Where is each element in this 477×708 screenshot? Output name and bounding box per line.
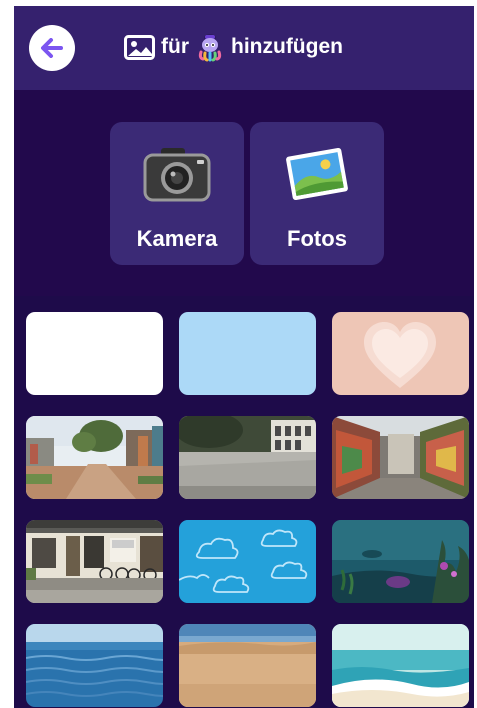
camera-label: Kamera <box>136 226 218 251</box>
photos-icon <box>286 147 348 201</box>
arrow-left-icon <box>41 38 63 58</box>
photos-label: Fotos <box>287 226 347 251</box>
house-with-bicycles-photo[interactable] <box>26 520 163 603</box>
ocean-photo[interactable] <box>26 624 163 707</box>
light-blue-background[interactable] <box>179 312 316 395</box>
app-screen: für hinzufügen Kamera Fotos <box>14 6 474 708</box>
village-street-photo[interactable] <box>26 416 163 499</box>
heart-background[interactable] <box>332 312 469 395</box>
image-icon <box>124 34 155 60</box>
header-bar: für hinzufügen <box>14 6 474 90</box>
graffiti-alley-photo[interactable] <box>332 416 469 499</box>
background-grid <box>14 296 474 708</box>
courtyard-photo[interactable] <box>179 416 316 499</box>
octopus-mascot-icon <box>198 34 222 62</box>
white-background[interactable] <box>26 312 163 395</box>
beach-photo[interactable] <box>179 624 316 707</box>
title-prefix: für <box>161 35 189 58</box>
photos-button[interactable]: Fotos <box>250 122 384 265</box>
camera-button[interactable]: Kamera <box>110 122 244 265</box>
camera-icon <box>143 148 211 202</box>
cloud-doodle-background[interactable] <box>179 520 316 603</box>
title-suffix: hinzufügen <box>231 35 343 58</box>
back-button[interactable] <box>29 25 75 71</box>
underwater-background[interactable] <box>332 520 469 603</box>
page-title: für hinzufügen <box>124 32 343 62</box>
sea-waves-background[interactable] <box>332 624 469 707</box>
image-source-panel: Kamera Fotos <box>14 90 474 296</box>
